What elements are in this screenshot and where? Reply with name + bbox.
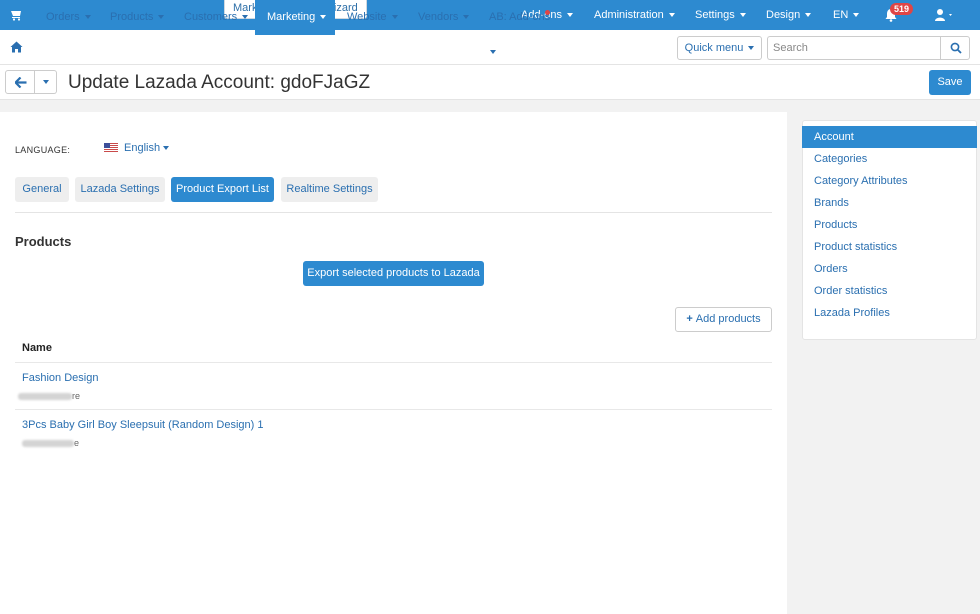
topnav-settings-label: Settings bbox=[695, 9, 735, 21]
chevron-down-icon bbox=[463, 15, 470, 20]
sidebar-item-lazada-profiles[interactable]: Lazada Profiles bbox=[802, 302, 977, 324]
sidebar-item-products[interactable]: Products bbox=[802, 214, 977, 236]
nav-item-customers-label: Customers bbox=[184, 11, 238, 23]
search-icon bbox=[950, 42, 962, 54]
chevron-down-icon bbox=[668, 13, 675, 18]
nav-item-orders-label: Orders bbox=[46, 11, 80, 23]
nav-item-customers[interactable]: Customers bbox=[184, 0, 249, 35]
product-vendor-visible-text: e bbox=[74, 438, 80, 448]
product-vendor-visible-text: re bbox=[72, 391, 81, 401]
panel-gutter bbox=[787, 112, 802, 614]
quick-menu-label: Quick menu bbox=[684, 42, 744, 54]
plus-icon: + bbox=[686, 313, 693, 325]
nav-item-orders[interactable]: Orders bbox=[46, 0, 91, 35]
tab-general[interactable]: General bbox=[15, 177, 69, 202]
language-switcher[interactable]: EN bbox=[833, 0, 860, 30]
section-title: Products bbox=[15, 234, 72, 249]
tab-product-export-list[interactable]: Product Export List bbox=[171, 177, 274, 202]
save-button[interactable]: Save bbox=[929, 70, 971, 95]
export-to-lazada-button[interactable]: Export selected products to Lazada bbox=[303, 261, 484, 286]
search-button[interactable] bbox=[940, 36, 970, 60]
language-selector[interactable]: English bbox=[124, 142, 170, 154]
chevron-down-icon bbox=[805, 13, 812, 18]
nav-item-products-label: Products bbox=[110, 11, 154, 23]
nav-item-vendors-label: Vendors bbox=[418, 11, 459, 23]
chevron-down-icon bbox=[490, 50, 496, 55]
redacted-text bbox=[18, 393, 72, 401]
column-header-name: Name bbox=[22, 342, 52, 354]
chevron-down-icon bbox=[748, 46, 755, 51]
nav-item-website[interactable]: Website bbox=[347, 0, 398, 35]
nav-item-vendors[interactable]: Vendors bbox=[418, 0, 470, 35]
new-indicator-dot bbox=[545, 10, 550, 15]
back-history-dropdown[interactable] bbox=[35, 70, 57, 94]
sidebar-item-category-attributes[interactable]: Category Attributes bbox=[802, 170, 977, 192]
nav-item-ab-add-ons-label: AB: Add-ons bbox=[489, 11, 551, 23]
chevron-down-icon bbox=[566, 13, 573, 18]
nav-item-ab-add-ons[interactable]: AB: Add-ons bbox=[489, 0, 557, 55]
back-button[interactable] bbox=[5, 70, 35, 94]
tab-realtime-settings[interactable]: Realtime Settings bbox=[281, 177, 378, 202]
topnav-design-label: Design bbox=[766, 9, 801, 21]
chevron-down-icon bbox=[739, 13, 746, 18]
chevron-down-icon bbox=[42, 79, 49, 84]
arrow-left-icon bbox=[15, 77, 27, 88]
storefront-icon[interactable] bbox=[10, 8, 24, 22]
chevron-down-icon bbox=[242, 15, 249, 20]
page-title: Update Lazada Account: gdoFJaGZ bbox=[68, 72, 371, 93]
chevron-down-icon bbox=[391, 15, 398, 20]
language-selector-label: English bbox=[124, 142, 161, 154]
product-name-link[interactable]: Fashion Design bbox=[22, 372, 98, 384]
product-vendor: re bbox=[18, 391, 80, 401]
quick-menu-button[interactable]: Quick menu bbox=[677, 36, 762, 60]
nav-item-marketing-label: Marketing bbox=[267, 11, 316, 23]
chevron-down-icon bbox=[84, 15, 91, 20]
notifications-badge: 519 bbox=[890, 3, 914, 15]
sidebar-item-categories[interactable]: Categories bbox=[802, 148, 977, 170]
search-input[interactable] bbox=[767, 36, 941, 60]
sidebar-item-orders[interactable]: Orders bbox=[802, 258, 977, 280]
us-flag-icon bbox=[104, 143, 118, 152]
topnav-settings[interactable]: Settings bbox=[695, 0, 746, 30]
language-label: LANGUAGE: bbox=[15, 145, 71, 155]
user-icon bbox=[935, 9, 952, 21]
nav-item-website-label: Website bbox=[347, 11, 387, 23]
nav-item-marketing[interactable]: Marketing bbox=[255, 0, 335, 35]
topnav-administration-label: Administration bbox=[594, 9, 664, 21]
topnav-design[interactable]: Design bbox=[766, 0, 812, 30]
topnav-administration[interactable]: Administration bbox=[594, 0, 675, 30]
product-vendor: e bbox=[22, 438, 79, 448]
sidebar-item-product-statistics[interactable]: Product statistics bbox=[802, 236, 977, 258]
table-divider bbox=[15, 362, 772, 363]
redacted-text bbox=[22, 440, 74, 448]
add-products-button[interactable]: + Add products bbox=[675, 307, 772, 332]
user-menu[interactable] bbox=[935, 8, 952, 22]
home-icon[interactable] bbox=[10, 41, 23, 53]
add-products-label: Add products bbox=[695, 313, 761, 325]
sidebar-item-brands[interactable]: Brands bbox=[802, 192, 977, 214]
tab-lazada-settings[interactable]: Lazada Settings bbox=[75, 177, 165, 202]
chevron-down-icon bbox=[853, 13, 860, 18]
chevron-down-icon bbox=[158, 15, 165, 20]
language-code-label: EN bbox=[833, 9, 849, 21]
product-name-link[interactable]: 3Pcs Baby Girl Boy Sleepsuit (Random Des… bbox=[22, 419, 264, 431]
table-divider bbox=[15, 409, 772, 410]
tabs-divider bbox=[15, 212, 772, 213]
chevron-down-icon bbox=[320, 15, 327, 20]
chevron-down-icon bbox=[163, 146, 170, 151]
sidebar-item-order-statistics[interactable]: Order statistics bbox=[802, 280, 977, 302]
sidebar-item-account[interactable]: Account bbox=[802, 126, 977, 148]
nav-item-products[interactable]: Products bbox=[110, 0, 165, 35]
